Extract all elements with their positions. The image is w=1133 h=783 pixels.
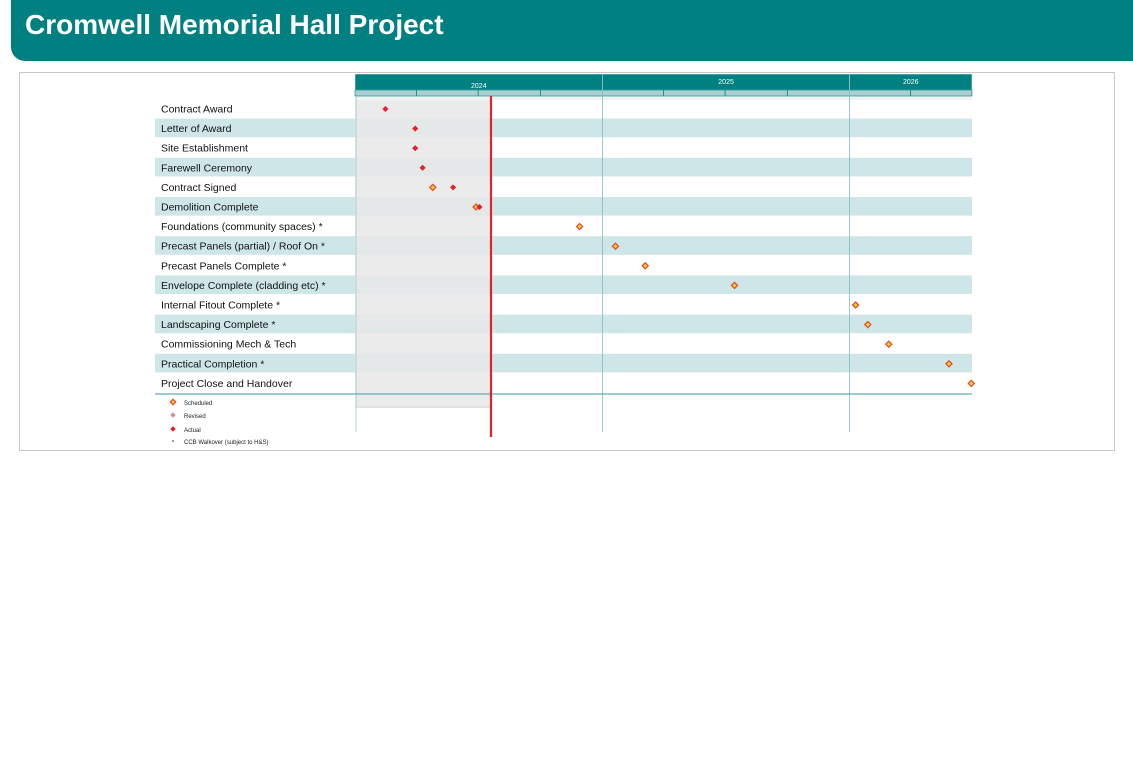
- task-label: Envelope Complete (cladding etc) *: [161, 280, 326, 292]
- year-label-2025: 2025: [718, 79, 734, 86]
- milestone-scheduled: [575, 222, 584, 231]
- milestone-scheduled: [641, 261, 650, 270]
- task-label: Precast Panels (partial) / Roof On *: [161, 241, 325, 253]
- legend-label-scheduled: Scheduled: [184, 401, 212, 407]
- task-label: Project Close and Handover: [161, 378, 293, 390]
- task-label: Site Establishment: [161, 143, 248, 155]
- task-label: Landscaping Complete *: [161, 319, 275, 331]
- legend-note-dot: [172, 440, 174, 442]
- year-label-2026: 2026: [903, 79, 919, 86]
- task-label: Contract Award: [161, 104, 233, 116]
- year-label-2024: 2024: [471, 83, 487, 90]
- legend-label-actual: Actual: [184, 428, 201, 434]
- elapsed-shading: [355, 96, 491, 408]
- task-label: Foundations (community spaces) *: [161, 221, 323, 233]
- task-label: Internal Fitout Complete *: [161, 300, 280, 312]
- milestone-scheduled: [884, 340, 893, 349]
- task-label: Commissioning Mech & Tech: [161, 339, 296, 351]
- milestone-scheduled: [967, 379, 976, 388]
- milestone-actual: [170, 426, 176, 432]
- gantt-chart: 2024 2025 2026 Contract Award Letter of Awar…: [155, 73, 976, 446]
- legend-label-revised: Revised: [184, 414, 206, 420]
- task-label: Letter of Award: [161, 123, 232, 135]
- task-label: Demolition Complete: [161, 202, 259, 214]
- task-label: Practical Completion *: [161, 358, 264, 370]
- task-label: Precast Panels Complete *: [161, 260, 286, 272]
- header-underlay: [355, 96, 972, 100]
- legend-label-note: CCB Walkover (subject to H&S): [184, 440, 268, 446]
- task-label: Contract Signed: [161, 182, 236, 194]
- milestone-revised: [170, 412, 176, 418]
- task-label: Farewell Ceremony: [161, 162, 253, 174]
- milestone-scheduled: [851, 301, 860, 309]
- milestone-scheduled: [169, 398, 177, 406]
